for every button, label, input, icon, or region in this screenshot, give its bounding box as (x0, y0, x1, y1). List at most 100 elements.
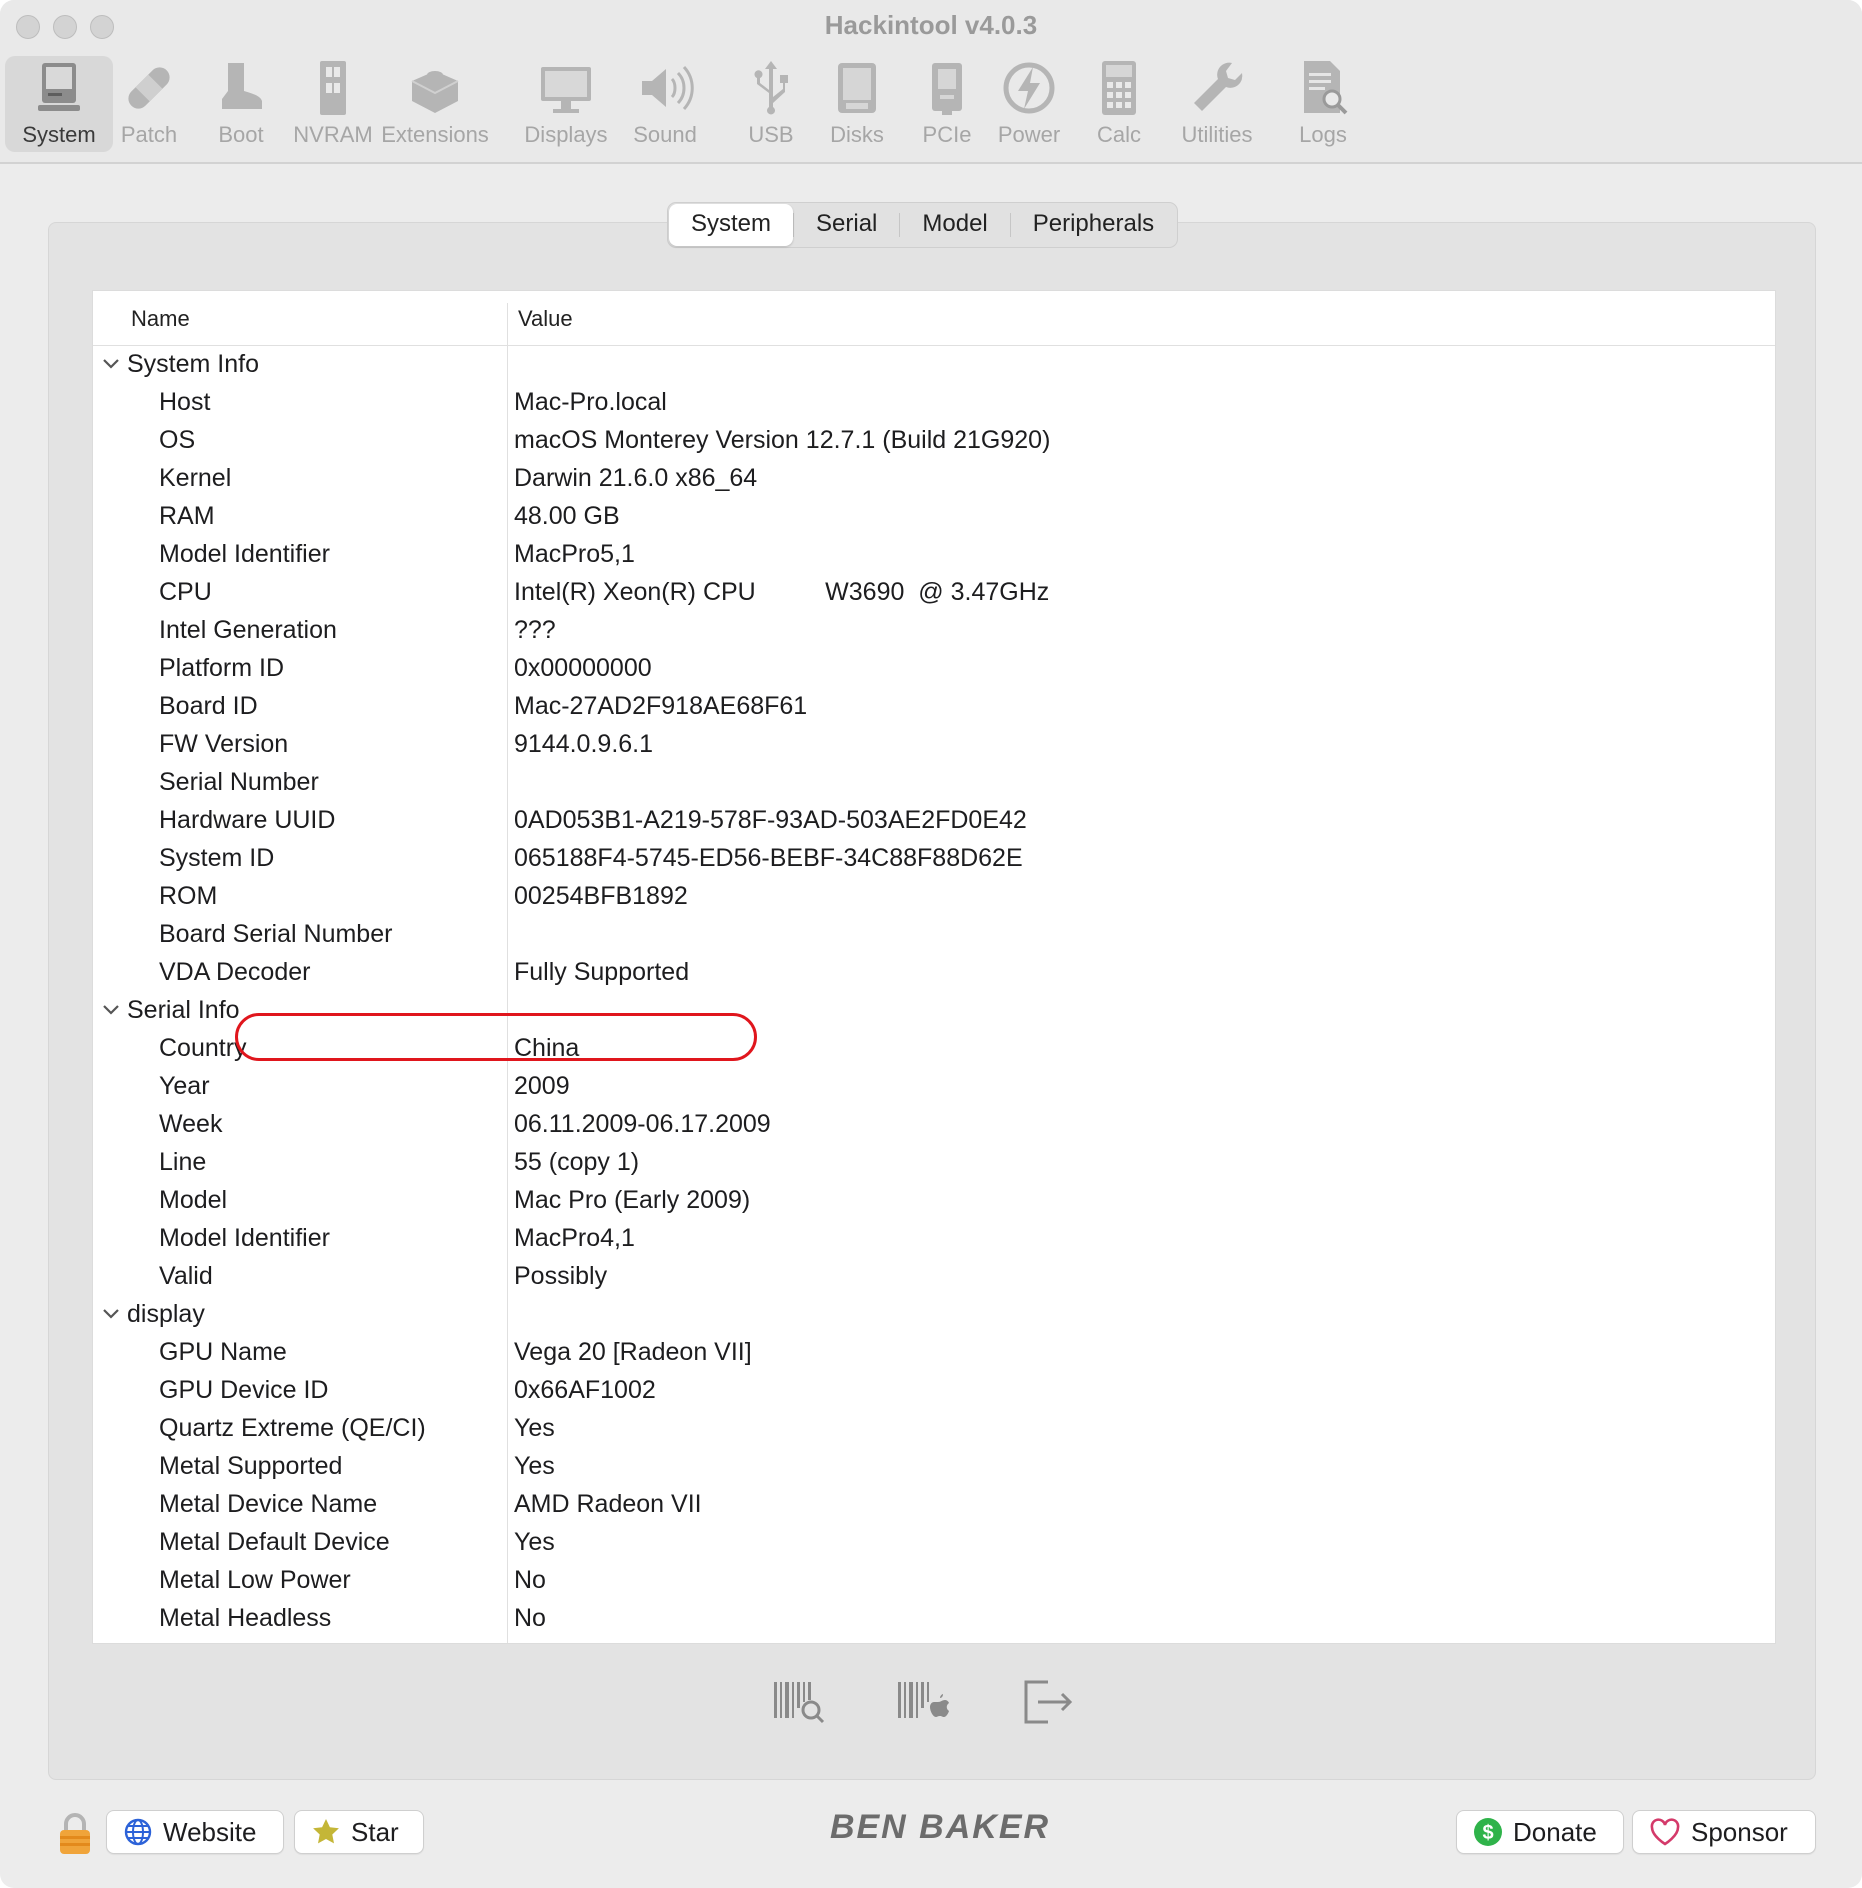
svg-text:$: $ (1482, 1822, 1493, 1844)
usb-icon (754, 61, 788, 115)
tab-serial[interactable]: Serial (794, 204, 899, 246)
table-row[interactable]: Metal Default Device Yes (93, 1523, 1775, 1561)
app-window: Hackintool v4.0.3 System Patch Boot NVRAM Ex… (0, 0, 1862, 1888)
row-value: Mac-27AD2F918AE68F61 (514, 692, 808, 720)
row-value: ??? (514, 616, 556, 644)
table-row[interactable]: Board ID Mac-27AD2F918AE68F61 (93, 687, 1775, 725)
table-row[interactable]: CPU Intel(R) Xeon(R) CPU W3690 @ 3.47GHz (93, 573, 1775, 611)
tab-peripherals[interactable]: Peripherals (1011, 204, 1176, 246)
outline-group-row[interactable]: System Info (93, 345, 1775, 383)
table-row[interactable]: Model Identifier MacPro5,1 (93, 535, 1775, 573)
toolbar-item-logs[interactable]: Logs (1269, 56, 1377, 152)
toolbar-label: NVRAM (293, 122, 373, 147)
table-row[interactable]: Board Serial Number (93, 915, 1775, 953)
log-search-icon (1304, 61, 1348, 115)
website-button[interactable]: Website (106, 1810, 284, 1854)
toolbar-label: Extensions (381, 122, 489, 147)
row-name: Kernel (159, 464, 232, 492)
table-row[interactable]: Hardware UUID 0AD053B1-A219-578F-93AD-503… (93, 801, 1775, 839)
table-row[interactable]: GPU Device ID 0x66AF1002 (93, 1371, 1775, 1409)
table-body: System Info Host Mac-Pro.local OS macOS Mont… (93, 345, 1775, 1637)
table-row[interactable]: Valid Possibly (93, 1257, 1775, 1295)
table-row[interactable]: Host Mac-Pro.local (93, 383, 1775, 421)
export-icon[interactable] (1018, 1676, 1076, 1728)
toolbar-item-calc[interactable]: Calc (1065, 56, 1173, 152)
chevron-down-icon[interactable] (101, 345, 121, 383)
toolbar-label: Boot (218, 122, 264, 147)
table-row[interactable]: ROM 00254BFB1892 (93, 877, 1775, 915)
sponsor-label: Sponsor (1691, 1816, 1788, 1847)
table-row[interactable]: Metal Headless No (93, 1599, 1775, 1637)
row-name: Metal Headless (159, 1604, 332, 1632)
table-row[interactable]: Kernel Darwin 21.6.0 x86_64 (93, 459, 1775, 497)
row-name: GPU Device ID (159, 1376, 329, 1404)
row-value: Yes (514, 1414, 555, 1442)
table-row[interactable]: Metal Supported Yes (93, 1447, 1775, 1485)
toolbar-item-sound[interactable]: Sound (611, 56, 719, 152)
table-row[interactable]: Platform ID 0x00000000 (93, 649, 1775, 687)
table-row[interactable]: GPU Name Vega 20 [Radeon VII] (93, 1333, 1775, 1371)
row-value: China (514, 1034, 580, 1062)
table-row[interactable]: Year 2009 (93, 1067, 1775, 1105)
row-name: Valid (159, 1262, 213, 1290)
row-value: Darwin 21.6.0 x86_64 (514, 464, 758, 492)
chevron-down-icon[interactable] (101, 1295, 121, 1333)
tab-system[interactable]: System (669, 204, 794, 246)
website-label: Website (163, 1816, 257, 1847)
outline-group-row[interactable]: display (93, 1295, 1775, 1333)
toolbar-label: Displays (524, 122, 608, 147)
star-icon (313, 1819, 339, 1844)
donate-button[interactable]: $ Donate (1456, 1810, 1624, 1854)
table-row[interactable]: Serial Number (93, 763, 1775, 801)
globe-icon (124, 1818, 152, 1846)
column-header-value[interactable]: Value (518, 306, 573, 332)
row-name: System Info (127, 350, 259, 378)
chevron-down-icon[interactable] (101, 991, 121, 1029)
star-button[interactable]: Star (294, 1810, 424, 1854)
row-name: GPU Name (159, 1338, 287, 1366)
barcode-search-icon[interactable] (770, 1676, 828, 1728)
table-row[interactable]: Quartz Extreme (QE/CI) Yes (93, 1409, 1775, 1447)
table-row[interactable]: Model Identifier MacPro4,1 (93, 1219, 1775, 1257)
toolbar-label: PCIe (922, 122, 972, 147)
table-row[interactable]: Line 55 (copy 1) (93, 1143, 1775, 1181)
table-row[interactable]: Intel Generation??? (93, 611, 1775, 649)
toolbar-item-extensions[interactable]: Extensions (371, 56, 499, 152)
row-value: 0x66AF1002 (514, 1376, 656, 1404)
row-value: 9144.0.9.6.1 (514, 730, 654, 758)
column-header-name[interactable]: Name (131, 306, 190, 332)
ben-baker-logo: BEN BAKER (829, 1808, 1051, 1846)
table-row[interactable]: Country China (93, 1029, 1775, 1067)
row-name: Board Serial Number (159, 920, 393, 948)
lock-icon[interactable] (58, 1812, 92, 1856)
donate-label: Donate (1513, 1816, 1597, 1847)
outline-group-row[interactable]: Serial Info (93, 991, 1775, 1029)
table-row[interactable]: FW Version 9144.0.9.6.1 (93, 725, 1775, 763)
table-row[interactable]: Week 06.11.2009-06.17.2009 (93, 1105, 1775, 1143)
row-name: Serial Info (127, 996, 240, 1024)
table-row[interactable]: Metal Low Power No (93, 1561, 1775, 1599)
row-value: AMD Radeon VII (514, 1490, 702, 1518)
tab-model[interactable]: Model (900, 204, 1009, 246)
table-row[interactable]: RAM 48.00 GB (93, 497, 1775, 535)
row-value: No (514, 1566, 546, 1594)
table-row[interactable]: Metal Device Name AMD Radeon VII (93, 1485, 1775, 1523)
sponsor-button[interactable]: Sponsor (1632, 1810, 1816, 1854)
row-name: ROM (159, 882, 218, 910)
lego-icon (411, 71, 459, 113)
table-row[interactable]: OS macOS Monterey Version 12.7.1 (Build 2… (93, 421, 1775, 459)
row-name: Line (159, 1148, 207, 1176)
row-value: Mac Pro (Early 2009) (514, 1186, 751, 1214)
table-row[interactable]: Model Mac Pro (Early 2009) (93, 1181, 1775, 1219)
toolbar-label: Utilities (1181, 122, 1253, 147)
row-value: 065188F4-5745-ED56-BEBF-34C88F88D62E (514, 844, 1023, 872)
row-name: Quartz Extreme (QE/CI) (159, 1414, 426, 1442)
toolbar-item-utilities[interactable]: Utilities (1161, 56, 1273, 152)
system-info-table[interactable]: Name Value System Info Host Mac-Pro.local O… (92, 290, 1776, 1644)
barcode-apple-icon[interactable] (894, 1676, 952, 1728)
row-name: RAM (159, 502, 215, 530)
table-row[interactable]: System ID 065188F4-5745-ED56-BEBF-34C88F8… (93, 839, 1775, 877)
star-label: Star (351, 1816, 399, 1847)
row-name: OS (159, 426, 196, 454)
table-row[interactable]: VDA Decoder Fully Supported (93, 953, 1775, 991)
